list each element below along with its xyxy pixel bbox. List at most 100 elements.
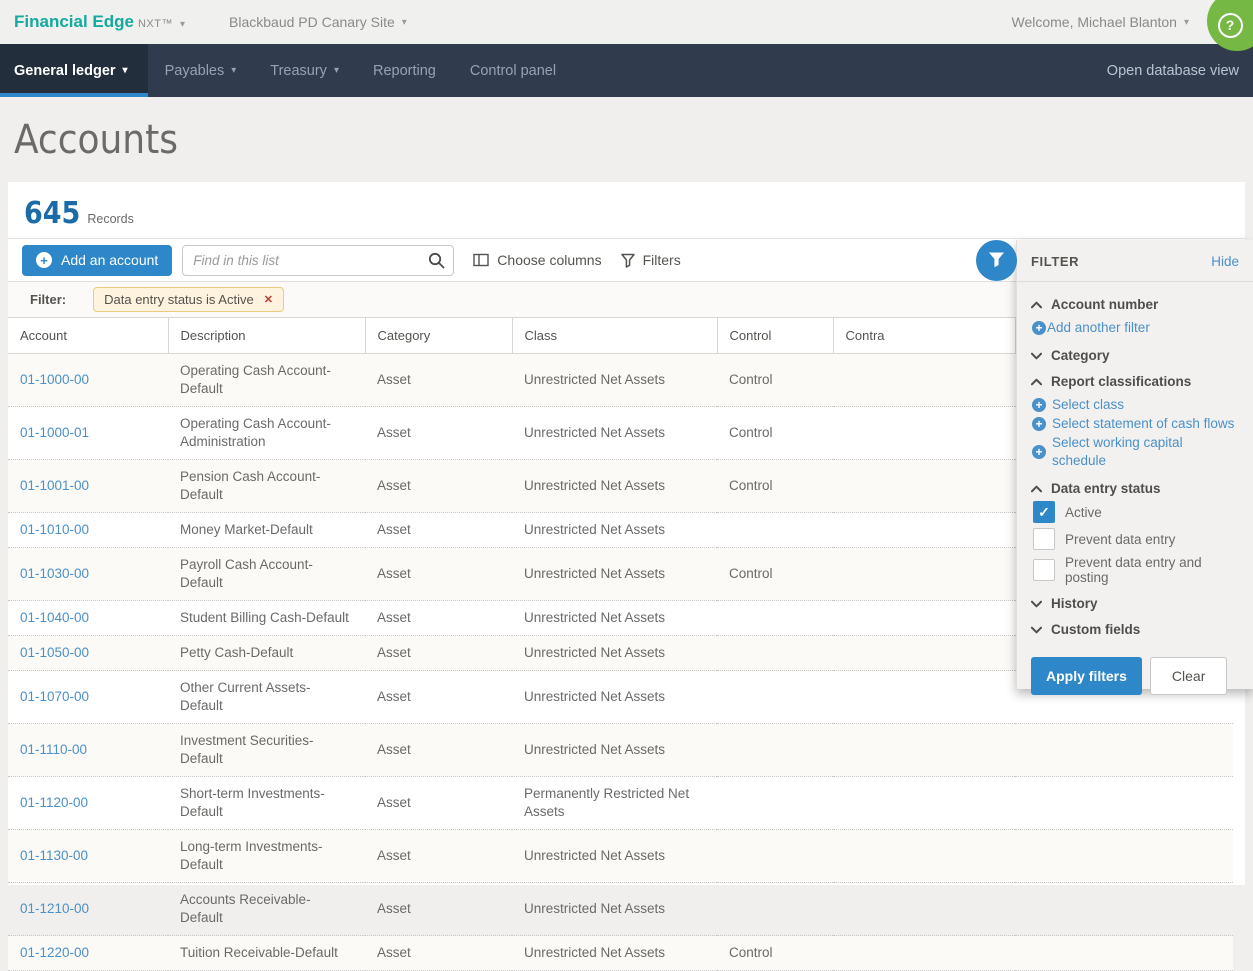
search-icon[interactable] [428, 252, 445, 274]
account-link[interactable]: 01-1050-00 [20, 645, 89, 660]
filter-link-label: Add another filter [1047, 319, 1150, 337]
account-link[interactable]: 01-1010-00 [20, 522, 89, 537]
chevron-down-icon [1031, 352, 1042, 360]
funnel-icon [987, 250, 1006, 272]
help-button[interactable]: ? [1207, 0, 1253, 51]
question-mark-icon: ? [1218, 13, 1243, 38]
nav-item-payables[interactable]: Payables▾ [148, 44, 254, 97]
account-link[interactable]: 01-1110-00 [20, 742, 87, 757]
filter-link-select-class[interactable]: +Select class [1032, 396, 1239, 414]
apply-filters-button[interactable]: Apply filters [1031, 657, 1142, 695]
checkbox-prevent-data-entry[interactable]: Prevent data entry [1033, 528, 1239, 550]
chevron-up-icon [1031, 301, 1042, 309]
cell-account: 01-1220-00 [8, 936, 168, 971]
filter-panel-toggle-button[interactable] [976, 240, 1017, 281]
filter-link-add-another-filter[interactable]: +Add another filter [1032, 319, 1239, 337]
cell-control [717, 601, 833, 636]
add-account-button[interactable]: + Add an account [22, 245, 172, 276]
account-link[interactable]: 01-1120-00 [20, 795, 88, 810]
account-link[interactable]: 01-1040-00 [20, 610, 89, 625]
checkbox-prevent-data-entry-and-posting[interactable]: Prevent data entry and posting [1033, 555, 1239, 585]
filter-section-label: Report classifications [1051, 374, 1191, 389]
cell-contra [833, 830, 1015, 883]
filter-section-report-classifications: Report classifications+Select class+Sele… [1031, 374, 1239, 470]
nav-item-label: Treasury [270, 63, 327, 79]
account-link[interactable]: 01-1220-00 [20, 945, 89, 960]
cell-spacer [1015, 777, 1233, 830]
chevron-down-icon: ▾ [231, 65, 236, 76]
column-header-category[interactable]: Category [365, 318, 512, 354]
table-row: 01-1130-00Long-term Investments-DefaultA… [8, 830, 1233, 883]
checkbox-unchecked[interactable] [1033, 528, 1055, 550]
account-link[interactable]: 01-1001-00 [20, 478, 89, 493]
cell-category: Asset [365, 724, 512, 777]
cell-account: 01-1030-00 [8, 548, 168, 601]
filter-section-toggle-report-classifications[interactable]: Report classifications [1031, 374, 1239, 389]
cell-account: 01-1110-00 [8, 724, 168, 777]
cell-description: Operating Cash Account-Administration [168, 407, 365, 460]
cell-category: Asset [365, 777, 512, 830]
filter-section-toggle-account-number[interactable]: Account number [1031, 297, 1239, 312]
checkbox-label: Active [1065, 505, 1102, 520]
nav-item-label: Control panel [470, 63, 556, 79]
account-link[interactable]: 01-1000-00 [20, 372, 89, 387]
plus-icon: + [36, 252, 52, 268]
cell-class: Unrestricted Net Assets [512, 936, 717, 971]
checkbox-checked-icon[interactable]: ✓ [1033, 501, 1055, 523]
filter-section-toggle-custom-fields[interactable]: Custom fields [1031, 622, 1239, 637]
nav-item-treasury[interactable]: Treasury▾ [253, 44, 356, 97]
cell-description: Payroll Cash Account-Default [168, 548, 365, 601]
table-row: 01-1110-00 Investment Securities-DefaultA… [8, 724, 1233, 777]
account-link[interactable]: 01-1210-00 [20, 901, 89, 916]
column-header-account[interactable]: Account [8, 318, 168, 354]
cell-description: Student Billing Cash-Default [168, 601, 365, 636]
account-link[interactable]: 01-1030-00 [20, 566, 89, 581]
cell-account: 01-1130-00 [8, 830, 168, 883]
column-header-control[interactable]: Control [717, 318, 833, 354]
nav-item-control-panel[interactable]: Control panel [453, 44, 573, 97]
clear-filters-button[interactable]: Clear [1150, 657, 1227, 695]
column-header-description[interactable]: Description [168, 318, 365, 354]
site-selector[interactable]: Blackbaud PD Canary Site ▾ [229, 14, 407, 30]
cell-description: Pension Cash Account-Default [168, 460, 365, 513]
filter-section-toggle-history[interactable]: History [1031, 596, 1239, 611]
brand-logo[interactable]: Financial Edge NXT™ ▾ [14, 12, 185, 32]
cell-spacer [1015, 830, 1233, 883]
open-database-view-link[interactable]: Open database view [1107, 44, 1239, 97]
cell-category: Asset [365, 354, 512, 407]
remove-filter-icon[interactable]: ✕ [264, 293, 273, 306]
cell-class: Unrestricted Net Assets [512, 636, 717, 671]
filter-link-select-statement-of-cash-flows[interactable]: +Select statement of cash flows [1032, 415, 1239, 433]
plus-icon: + [1032, 445, 1046, 459]
cell-category: Asset [365, 407, 512, 460]
cell-category: Asset [365, 548, 512, 601]
nav-item-reporting[interactable]: Reporting [356, 44, 453, 97]
filter-section-toggle-category[interactable]: Category [1031, 348, 1239, 363]
checkbox-unchecked[interactable] [1033, 559, 1055, 581]
search-input[interactable] [182, 245, 454, 276]
main-nav: General ledger▾Payables▾Treasury▾Reporti… [0, 44, 1253, 97]
cell-account: 01-1120-00 [8, 777, 168, 830]
hide-filter-panel-link[interactable]: Hide [1211, 254, 1239, 269]
filter-link-label: Select class [1052, 396, 1124, 414]
column-header-class[interactable]: Class [512, 318, 717, 354]
nav-item-general-ledger[interactable]: General ledger▾ [0, 44, 148, 97]
account-link[interactable]: 01-1000-01 [20, 425, 89, 440]
filters-button[interactable]: Filters [621, 252, 681, 268]
filter-link-select-working-capital-schedule[interactable]: +Select working capital schedule [1032, 434, 1239, 470]
column-header-contra[interactable]: Contra [833, 318, 1015, 354]
cell-category: Asset [365, 513, 512, 548]
filter-section-data-entry-status: Data entry status ✓ Active Prevent data ent… [1031, 481, 1239, 585]
filter-section-toggle-data-entry-status[interactable]: Data entry status [1031, 481, 1239, 496]
checkbox-active[interactable]: ✓ Active [1033, 501, 1239, 523]
choose-columns-button[interactable]: Choose columns [473, 252, 601, 268]
cell-description: Investment Securities-Default [168, 724, 365, 777]
cell-description: Operating Cash Account-Default [168, 354, 365, 407]
cell-contra [833, 636, 1015, 671]
cell-description: Long-term Investments-Default [168, 830, 365, 883]
user-menu[interactable]: Welcome, Michael Blanton ▾ [1011, 14, 1189, 30]
account-link[interactable]: 01-1130-00 [20, 848, 88, 863]
filter-chip-text: Data entry status is Active [104, 292, 254, 307]
account-link[interactable]: 01-1070-00 [20, 689, 89, 704]
cell-spacer [1015, 883, 1233, 936]
